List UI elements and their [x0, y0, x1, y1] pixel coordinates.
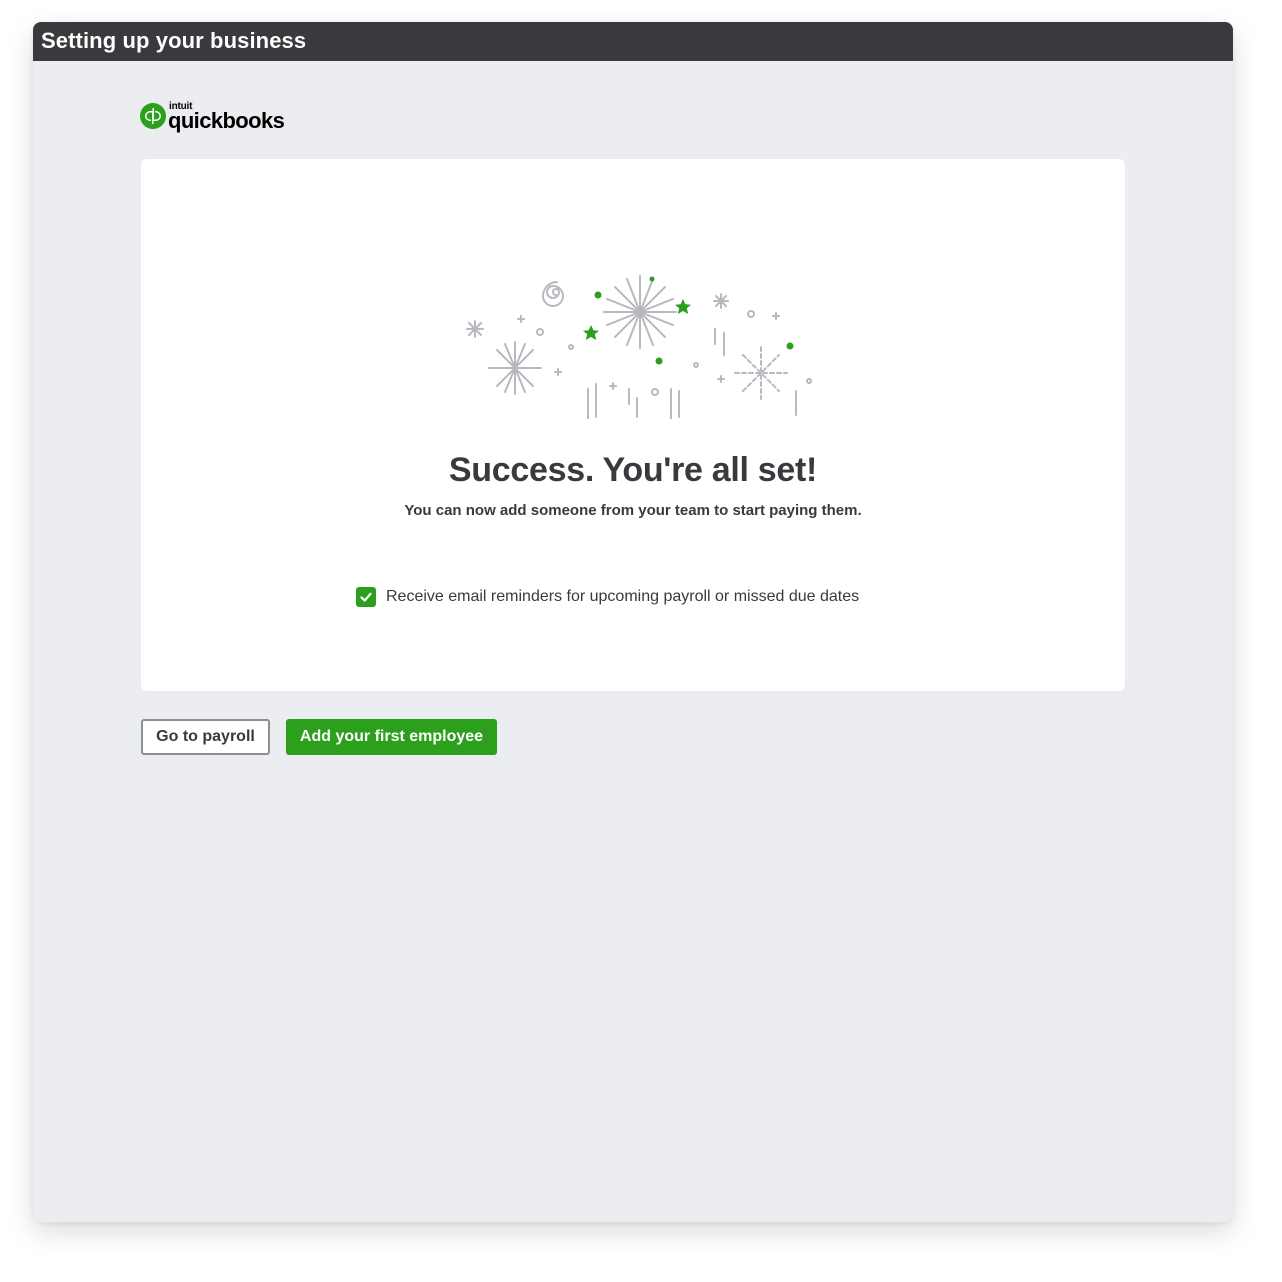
window-title: Setting up your business	[33, 22, 1233, 61]
email-reminder-checkbox[interactable]	[356, 587, 376, 607]
success-headline: Success. You're all set!	[448, 451, 818, 489]
email-reminder-label[interactable]: Receive email reminders for upcoming pay…	[386, 588, 859, 606]
quickbooks-wordmark: intuit quickbooks	[168, 99, 298, 133]
quickbooks-logo-icon	[140, 103, 166, 129]
quickbooks-logo: intuit quickbooks	[140, 99, 298, 133]
fireworks-icon	[466, 275, 812, 419]
logo-quickbooks-text: quickbooks	[168, 108, 285, 133]
add-first-employee-button[interactable]: Add your first employee	[286, 719, 497, 755]
go-to-payroll-button[interactable]: Go to payroll	[141, 719, 270, 755]
success-subline: You can now add someone from your team t…	[404, 502, 862, 519]
checkmark-icon	[360, 592, 372, 602]
success-card: Success. You're all set! You can now add…	[141, 159, 1125, 691]
setup-window: Setting up your business intuit quickboo…	[33, 22, 1233, 1222]
email-reminder-option[interactable]: Receive email reminders for upcoming pay…	[356, 587, 859, 607]
